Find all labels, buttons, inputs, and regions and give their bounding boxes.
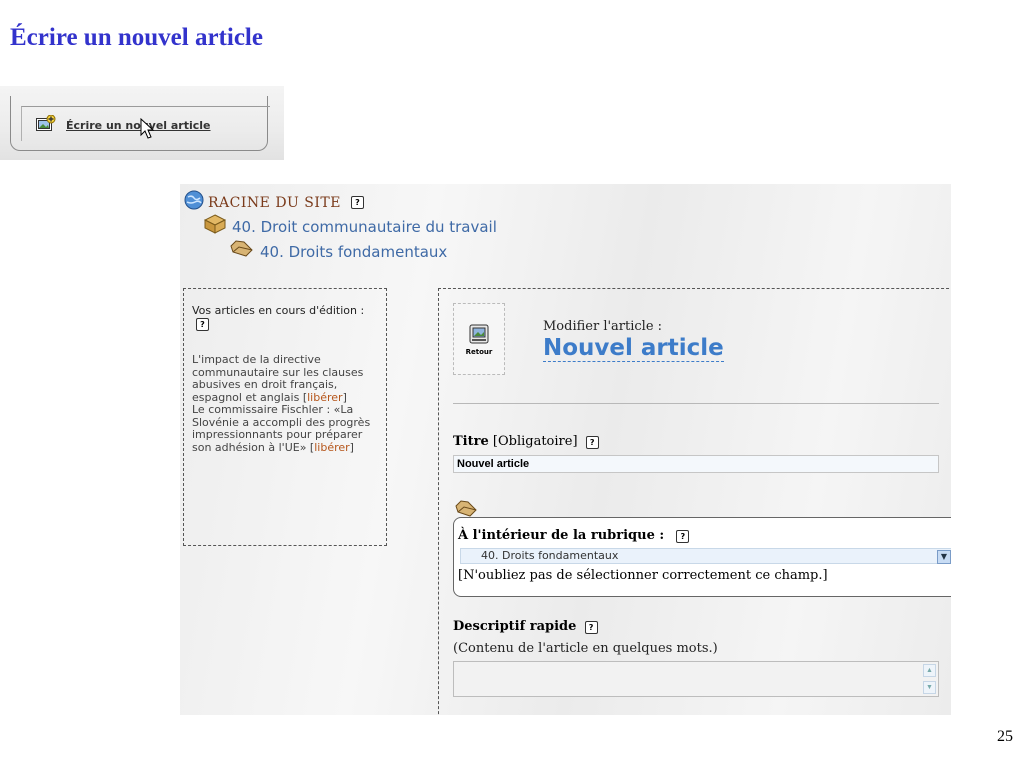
articles-list: L'impact de la directive communautaire s… [192, 353, 382, 454]
help-icon[interactable]: ? [584, 621, 598, 634]
button-frame: Écrire un nouvel article [10, 96, 270, 151]
site-root[interactable]: RACINE DU SITE ? [184, 190, 364, 215]
article-edit-panel: Retour Modifier l'article : Nouvel artic… [438, 288, 951, 715]
description-field-label: Descriptif rapide ? [453, 619, 598, 634]
help-icon[interactable]: ? [585, 436, 599, 449]
article-heading: Nouvel article [543, 335, 724, 362]
rubric-label: À l'intérieur de la rubrique : [458, 528, 665, 543]
title-input[interactable] [453, 455, 939, 473]
new-article-icon [36, 114, 56, 135]
box-icon [203, 214, 227, 239]
rubric-fieldset: À l'intérieur de la rubrique : ? 40. Dro… [453, 517, 951, 597]
modify-article-label: Modifier l'article : [543, 319, 663, 334]
rubric-select[interactable]: 40. Droits fondamentaux ▼ [460, 548, 951, 564]
rubric-field-label: À l'intérieur de la rubrique : ? [458, 528, 690, 543]
help-icon[interactable]: ? [676, 530, 690, 543]
scroll-up-icon[interactable]: ▲ [923, 664, 936, 677]
sector-label: 40. Droit communautaire du travail [232, 217, 497, 236]
description-textarea[interactable]: ▲ ▼ [453, 661, 939, 697]
section-link[interactable]: 40. Droits fondamentaux [230, 240, 447, 263]
back-label: Retour [465, 348, 493, 356]
page-number: 25 [997, 728, 1013, 745]
mouse-pointer-icon [140, 117, 155, 145]
chevron-down-icon[interactable]: ▼ [937, 550, 951, 564]
slide-title: Écrire un nouvel article [10, 24, 263, 51]
rubric-warning: [N'oubliez pas de sélectionner correctem… [458, 568, 828, 583]
rubric-selected-value: 40. Droits fondamentaux [481, 549, 619, 562]
title-label: Titre [453, 434, 489, 449]
section-label: 40. Droits fondamentaux [260, 242, 448, 261]
folder-icon [230, 240, 254, 263]
list-item: L'impact de la directive communautaire s… [192, 353, 364, 404]
new-article-label: Écrire un nouvel article [66, 118, 211, 132]
new-article-screenshot: Écrire un nouvel article [0, 86, 284, 160]
description-hint: (Contenu de l'article en quelques mots.) [453, 641, 718, 656]
scroll-down-icon[interactable]: ▼ [923, 681, 936, 694]
divider [453, 403, 939, 404]
help-icon[interactable]: ? [196, 317, 209, 331]
globe-icon [184, 190, 204, 215]
articles-in-progress-box: Vos articles en cours d'édition : ? L'im… [183, 288, 387, 546]
site-root-label: RACINE DU SITE [208, 194, 341, 211]
sector-link[interactable]: 40. Droit communautaire du travail [203, 214, 497, 239]
title-field-label: Titre [Obligatoire] ? [453, 434, 599, 449]
editor-screenshot: RACINE DU SITE ? 40. Droit communautaire… [180, 184, 951, 715]
articles-heading-text: Vos articles en cours d'édition : [192, 304, 365, 317]
new-article-button[interactable]: Écrire un nouvel article [36, 114, 211, 135]
back-button[interactable]: Retour [453, 303, 505, 375]
help-icon[interactable]: ? [350, 196, 364, 209]
articles-in-progress-heading: Vos articles en cours d'édition : ? [192, 304, 372, 331]
list-item: Le commissaire Fischler : «La Slovénie a… [192, 403, 371, 454]
description-label: Descriptif rapide [453, 619, 577, 634]
image-document-icon [469, 324, 489, 349]
free-article-link[interactable]: libérer [314, 441, 349, 454]
free-article-link[interactable]: libérer [307, 391, 342, 404]
required-label: [Obligatoire] [492, 434, 578, 449]
